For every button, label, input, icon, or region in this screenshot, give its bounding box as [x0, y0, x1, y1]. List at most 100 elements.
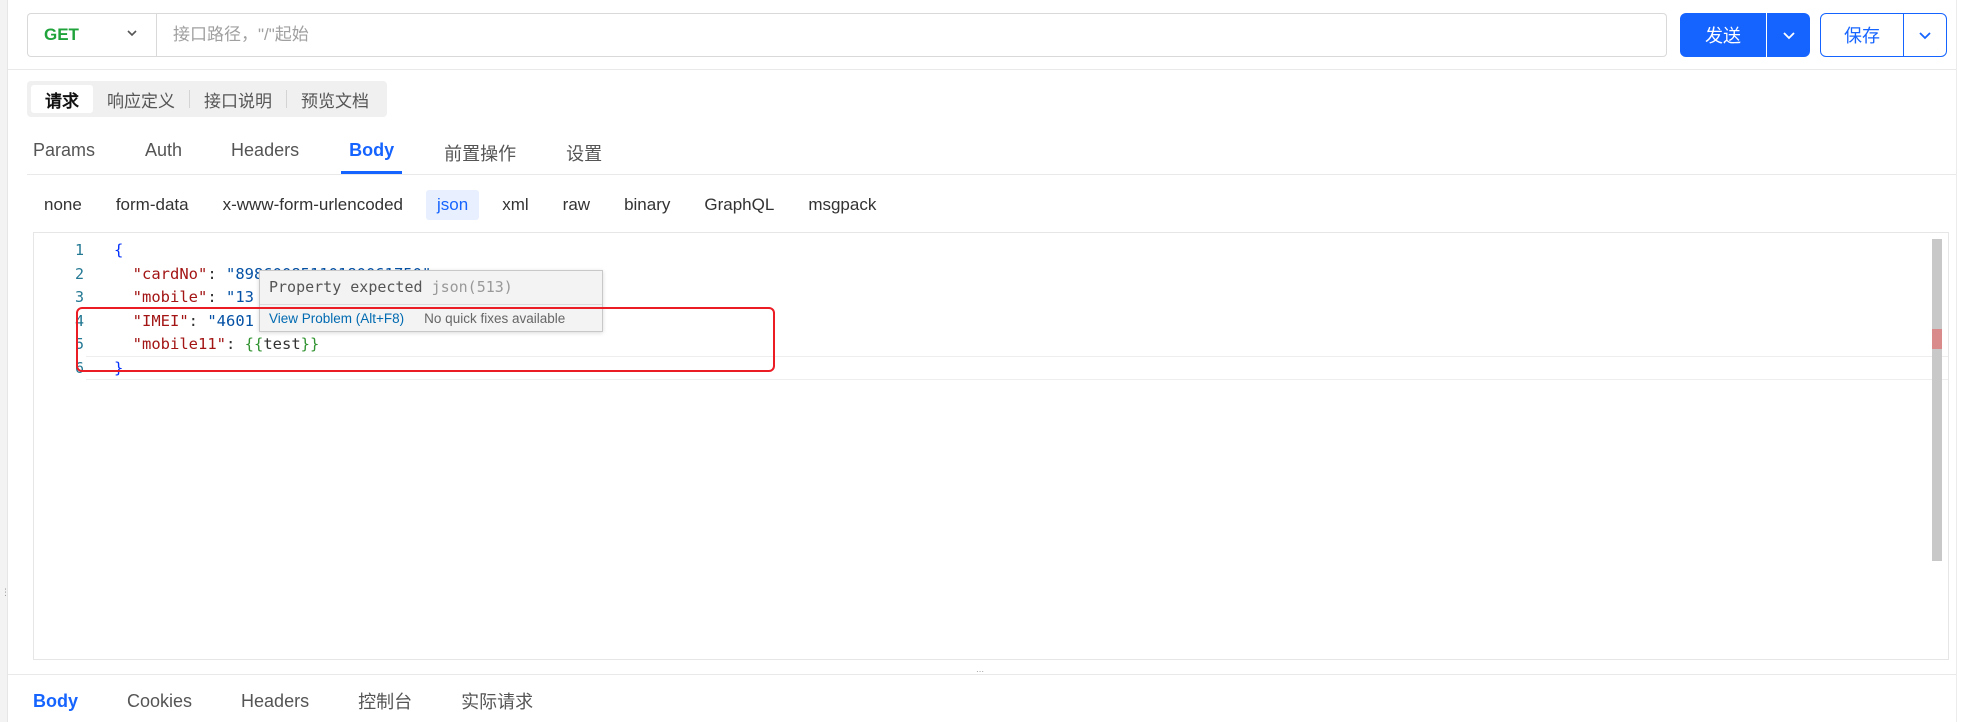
brace-close: }	[114, 358, 124, 377]
json-colon: :	[226, 335, 245, 353]
request-tabs: Params Auth Headers Body 前置操作 设置	[33, 134, 602, 174]
divider	[27, 174, 1956, 175]
tab-label: Body	[349, 140, 395, 160]
json-string: "13	[226, 288, 254, 306]
body-type-urlencoded[interactable]: x-www-form-urlencoded	[212, 190, 414, 220]
right-panel-edge	[1956, 0, 1986, 722]
tab-label: 实际请求	[461, 692, 534, 712]
chevron-down-icon	[1919, 32, 1931, 40]
body-type-label: xml	[502, 195, 529, 214]
code-line: }	[114, 357, 1928, 381]
url-input[interactable]	[156, 13, 1667, 57]
send-options-button[interactable]	[1767, 13, 1810, 57]
tab-label: 接口说明	[204, 91, 272, 111]
tab-preview-doc[interactable]: 预览文档	[287, 85, 383, 113]
body-type-label: form-data	[115, 195, 189, 214]
body-type-msgpack[interactable]: msgpack	[797, 190, 887, 220]
api-tabs: 请求 响应定义 接口说明 预览文档	[27, 81, 387, 117]
body-type-label: x-www-form-urlencoded	[222, 195, 404, 214]
tab-label: 设置	[566, 144, 603, 164]
template-open: {{	[244, 335, 264, 353]
body-type-label: GraphQL	[704, 195, 775, 214]
tab-headers[interactable]: Headers	[231, 134, 299, 174]
tab-label: 请求	[45, 91, 79, 111]
body-type-xml[interactable]: xml	[491, 190, 539, 220]
code-line: "mobile11": {{test}}	[114, 333, 1928, 357]
json-string: "4601	[207, 311, 255, 330]
code-line: {	[114, 239, 1928, 263]
view-problem-link[interactable]: View Problem (Alt+F8)	[269, 311, 404, 326]
tab-api-description[interactable]: 接口说明	[190, 85, 286, 113]
json-key: "IMEI"	[132, 311, 189, 330]
error-marker	[1932, 329, 1942, 349]
tab-auth[interactable]: Auth	[145, 134, 182, 174]
template-variable: test	[263, 335, 301, 353]
line-number: 6	[74, 358, 84, 377]
body-type-binary[interactable]: binary	[613, 190, 681, 220]
tab-request[interactable]: 请求	[31, 85, 93, 113]
send-button[interactable]: 发送	[1680, 13, 1766, 57]
tab-console[interactable]: 控制台	[358, 686, 412, 716]
body-type-form-data[interactable]: form-data	[105, 190, 200, 220]
tab-pre-operations[interactable]: 前置操作	[444, 134, 516, 174]
tab-label: Params	[33, 140, 96, 160]
problem-message: Property expected json(513)	[260, 271, 602, 304]
json-colon: :	[188, 311, 208, 330]
chevron-down-icon	[127, 30, 137, 37]
panel-splitter-icon[interactable]: ⋯	[976, 668, 988, 676]
body-type-graphql[interactable]: GraphQL	[693, 190, 785, 220]
chevron-down-icon	[1782, 32, 1795, 40]
editor-scrollbar[interactable]	[1932, 239, 1942, 561]
send-button-label: 发送	[1705, 26, 1741, 46]
problem-text: Property expected	[269, 278, 423, 296]
tab-label: Cookies	[127, 690, 193, 711]
json-key: "mobile"	[132, 288, 208, 306]
hover-actions: View Problem (Alt+F8) No quick fixes ava…	[260, 304, 602, 332]
tab-label: Headers	[241, 690, 310, 711]
body-type-label: binary	[624, 195, 671, 214]
tab-actual-request[interactable]: 实际请求	[461, 686, 533, 716]
tab-response-definition[interactable]: 响应定义	[93, 85, 189, 113]
body-type-label: msgpack	[808, 195, 877, 214]
tab-body[interactable]: Body	[341, 134, 403, 174]
response-tabs: Body Cookies Headers 控制台 实际请求	[33, 686, 533, 716]
tab-label: 控制台	[358, 692, 413, 712]
tab-response-headers[interactable]: Headers	[241, 686, 309, 716]
body-type-json[interactable]: json	[426, 190, 480, 220]
http-method-select[interactable]: GET	[27, 13, 157, 57]
json-key: "mobile11"	[132, 335, 226, 353]
no-quick-fix-text: No quick fixes available	[424, 311, 566, 326]
tab-cookies[interactable]: Cookies	[127, 686, 192, 716]
save-options-button[interactable]	[1903, 13, 1947, 57]
divider	[8, 69, 1956, 70]
body-type-raw[interactable]: raw	[552, 190, 601, 220]
line-number: 2	[74, 264, 84, 283]
problem-source: json(513)	[431, 278, 513, 296]
body-type-label: none	[44, 195, 82, 214]
body-type-label: json	[437, 195, 469, 214]
body-type-selector: none form-data x-www-form-urlencoded jso…	[33, 190, 887, 220]
json-colon: :	[207, 264, 226, 283]
json-colon: :	[207, 288, 226, 306]
line-number: 3	[74, 288, 84, 306]
tab-label: Headers	[231, 140, 300, 160]
line-number: 1	[74, 241, 84, 259]
tab-response-body[interactable]: Body	[33, 686, 78, 716]
brace-open: {	[114, 241, 124, 259]
body-type-none[interactable]: none	[33, 190, 93, 220]
tab-label: 前置操作	[444, 144, 517, 164]
left-panel-edge	[0, 0, 8, 722]
template-close: }}	[300, 335, 320, 353]
resize-grip-icon[interactable]: ⋮	[1, 588, 10, 602]
line-number: 5	[74, 335, 84, 353]
line-number: 4	[74, 311, 84, 330]
body-type-label: raw	[562, 195, 591, 214]
problem-hover-tooltip: Property expected json(513) View Problem…	[259, 270, 603, 332]
http-method-label: GET	[44, 25, 79, 44]
save-button[interactable]: 保存	[1820, 13, 1904, 57]
tab-label: 响应定义	[107, 91, 175, 111]
line-numbers: 1 2 3 4 5 6	[34, 239, 86, 380]
tab-settings[interactable]: 设置	[566, 134, 602, 174]
tab-label: Auth	[145, 140, 183, 160]
tab-params[interactable]: Params	[33, 134, 95, 174]
